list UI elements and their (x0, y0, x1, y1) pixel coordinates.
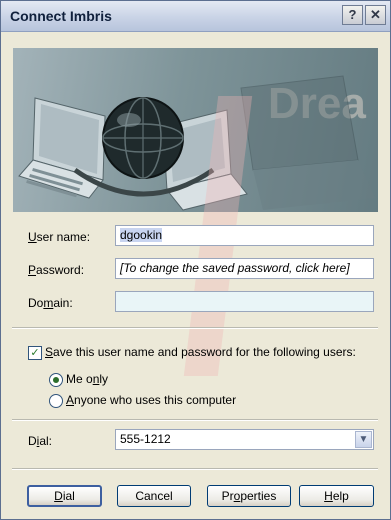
me-only-label: Me only (66, 372, 109, 386)
me-only-radio[interactable] (49, 373, 63, 387)
separator (12, 419, 378, 421)
help-title-button[interactable]: ? (342, 5, 363, 25)
save-credentials-checkbox[interactable]: ✓ (28, 346, 42, 360)
save-credentials-label: Save this user name and password for the… (45, 345, 356, 359)
window-title: Connect Imbris (10, 8, 112, 24)
globe-icon (102, 97, 184, 179)
password-label: Password: (28, 263, 85, 277)
connect-dialog: Connect Imbris ? ✕ Drea (0, 0, 391, 520)
help-button[interactable]: Help (299, 485, 374, 507)
title-bar[interactable]: Connect Imbris ? ✕ (1, 1, 390, 32)
username-label: User name: (28, 230, 91, 244)
username-value: dgookin (120, 228, 163, 242)
password-field[interactable]: [To change the saved password, click her… (115, 258, 374, 279)
password-placeholder: [To change the saved password, click her… (120, 261, 350, 275)
cancel-button[interactable]: Cancel (117, 485, 191, 507)
dial-number-select[interactable]: 555-1212 ▼ (115, 429, 374, 450)
separator (12, 468, 378, 470)
domain-field[interactable] (115, 291, 374, 312)
dial-number-value: 555-1212 (120, 432, 171, 446)
chevron-down-icon[interactable]: ▼ (355, 431, 372, 448)
connection-banner-image: Drea (13, 48, 378, 212)
close-button[interactable]: ✕ (365, 5, 386, 25)
anyone-radio[interactable] (49, 394, 63, 408)
anyone-label: Anyone who uses this computer (66, 393, 237, 407)
properties-button[interactable]: Properties (207, 485, 291, 507)
dial-button[interactable]: Dial (27, 485, 102, 507)
username-field[interactable]: dgookin (115, 225, 374, 246)
domain-label: Domain: (28, 296, 73, 310)
separator (12, 327, 378, 329)
dial-label: Dial: (28, 434, 53, 448)
